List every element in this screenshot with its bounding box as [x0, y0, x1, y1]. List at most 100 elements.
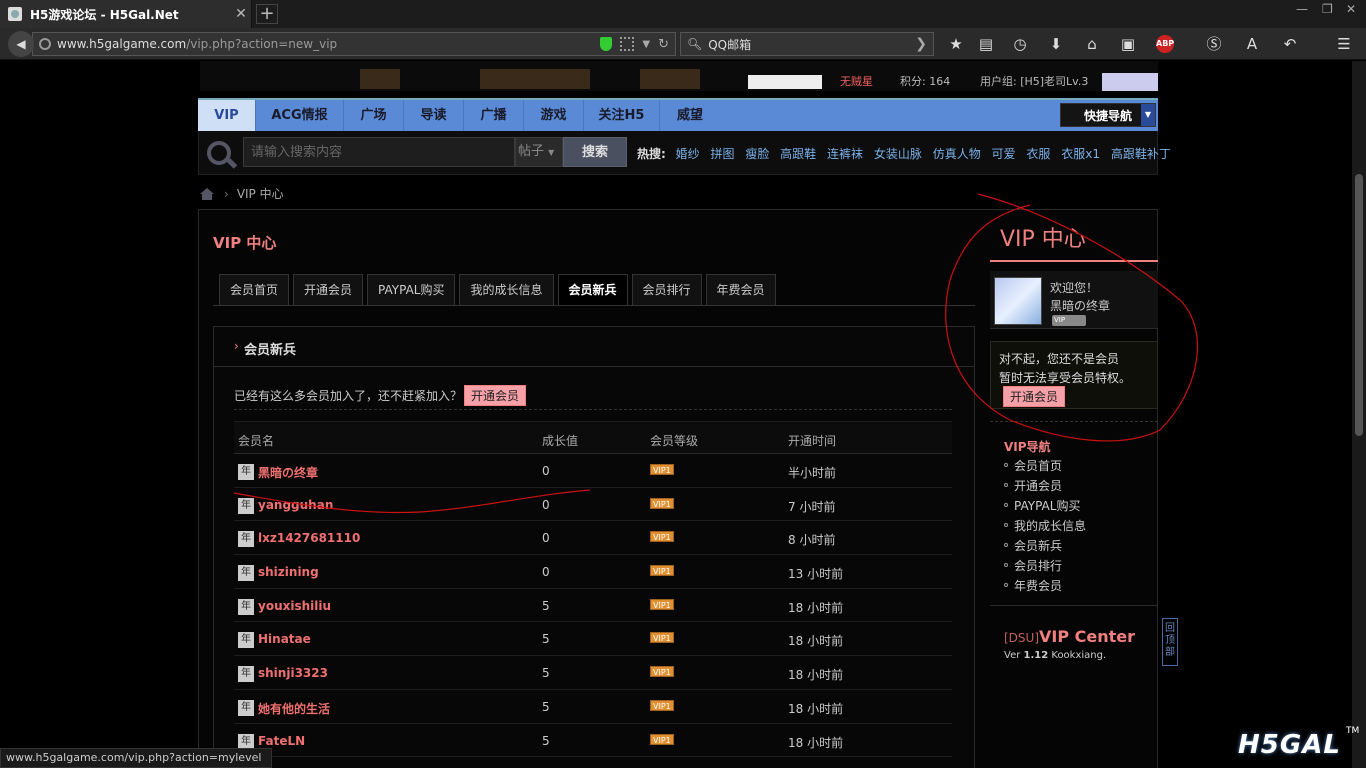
- site-search-input[interactable]: [243, 137, 515, 167]
- breadcrumb-current[interactable]: VIP 中心: [237, 185, 284, 202]
- hot-word[interactable]: 拼图: [710, 147, 734, 161]
- hot-word[interactable]: 衣服: [1026, 147, 1050, 161]
- tab-open[interactable]: 开通会员: [293, 274, 364, 306]
- url-bar[interactable]: www.h5galgame.com/vip.php?action=new_vip…: [32, 32, 676, 56]
- table-row: 年 shinji3323 5 VIP1 18 小时前: [234, 656, 952, 690]
- nav-item-vip[interactable]: VIP: [198, 100, 256, 131]
- hot-word[interactable]: 婚纱: [676, 147, 700, 161]
- back-to-top-button[interactable]: 回顶部: [1162, 618, 1178, 666]
- open-membership-button[interactable]: 开通会员: [464, 385, 527, 406]
- browser-search-box[interactable]: 🔍︎ QQ邮箱 ❯: [680, 32, 934, 56]
- nav-item-guide[interactable]: 导读: [404, 100, 464, 131]
- window-maximize-button[interactable]: ❐: [1322, 2, 1333, 16]
- vip-nav-item[interactable]: 会员新兵: [1004, 535, 1086, 555]
- site-info-icon[interactable]: [39, 38, 51, 50]
- reading-list-icon[interactable]: ▤: [976, 34, 996, 54]
- vip-nav-item[interactable]: 开通会员: [1004, 475, 1086, 495]
- member-name-link[interactable]: yangguhan: [258, 498, 333, 512]
- screenshot-icon[interactable]: ▣: [1118, 34, 1138, 54]
- member-name-link[interactable]: shizining: [258, 565, 319, 579]
- member-name-link[interactable]: 黑暗の终章: [258, 464, 318, 481]
- new-tab-button[interactable]: +: [256, 4, 278, 24]
- member-name-link[interactable]: shinji3323: [258, 666, 328, 680]
- tab-paypal[interactable]: PAYPAL购买: [367, 274, 456, 306]
- nav-item-square[interactable]: 广场: [344, 100, 404, 131]
- reload-icon[interactable]: ↻: [658, 37, 669, 52]
- member-name-link[interactable]: youxishiliu: [258, 599, 331, 613]
- quick-nav-button[interactable]: 快捷导航 ▼: [1060, 103, 1156, 127]
- home-icon[interactable]: [200, 187, 214, 200]
- vip-nav-item[interactable]: 会员首页: [1004, 455, 1086, 475]
- hot-label: 热搜:: [637, 147, 666, 161]
- nav-item-broadcast[interactable]: 广播: [464, 100, 524, 131]
- tab-home[interactable]: 会员首页: [219, 274, 290, 306]
- vip-nav-title: VIP导航: [1004, 440, 1051, 454]
- hot-word[interactable]: 可爱: [992, 147, 1016, 161]
- hot-word[interactable]: 仿真人物: [933, 147, 981, 161]
- tab-ranking[interactable]: 会员排行: [631, 274, 702, 306]
- hot-word[interactable]: 高跟鞋: [780, 147, 816, 161]
- member-name-link[interactable]: lxz1427681110: [258, 531, 360, 545]
- members-table: 会员名 成长值 会员等级 开通时间 年黑暗の终章 0 VIP1 半小时前年 yanggu…: [234, 421, 952, 758]
- tab-annual[interactable]: 年费会员: [705, 274, 776, 306]
- window-minimize-button[interactable]: —: [1296, 2, 1308, 16]
- hot-word[interactable]: 瘦脸: [745, 147, 769, 161]
- url-dropdown-icon[interactable]: ▼: [642, 39, 650, 50]
- vip-nav-item[interactable]: 会员排行: [1004, 555, 1086, 575]
- scroll-thumb[interactable]: [1355, 174, 1363, 436]
- home-icon[interactable]: ⌂: [1082, 34, 1102, 54]
- tab-new-members[interactable]: 会员新兵: [557, 274, 628, 306]
- qr-code-icon[interactable]: [620, 37, 635, 51]
- nav-item-games[interactable]: 游戏: [524, 100, 584, 131]
- member-name-link[interactable]: FateLN: [258, 734, 305, 748]
- annual-badge-icon: 年: [238, 565, 254, 582]
- member-name-link[interactable]: Hinatae: [258, 632, 311, 646]
- sidebar-username[interactable]: 黑暗の终章: [1050, 297, 1110, 314]
- vip-center-brand: [DSU]VIP Center: [1004, 627, 1136, 646]
- vip-level-badge: VIP1: [650, 699, 674, 711]
- vip-nav-item[interactable]: 年费会员: [1004, 575, 1086, 595]
- back-button[interactable]: ◀: [8, 31, 34, 57]
- header-avatar[interactable]: [1102, 73, 1158, 91]
- hot-word[interactable]: 女装山脉: [874, 147, 922, 161]
- table-header: 会员名 成长值 会员等级 开通时间: [234, 421, 952, 454]
- nav-item-acg[interactable]: ACG情报: [256, 100, 344, 131]
- annual-badge-icon: 年: [238, 464, 254, 480]
- search-type-select[interactable]: 帖子 ▼: [515, 137, 563, 167]
- page-title: VIP 中心: [213, 234, 277, 252]
- vip-nav-item[interactable]: PAYPAL购买: [1004, 495, 1086, 515]
- tab-close-icon[interactable]: ✕: [231, 6, 251, 22]
- sidebar-open-button[interactable]: 开通会员: [1003, 386, 1066, 407]
- download-icon[interactable]: ⬇: [1046, 34, 1066, 54]
- join-time: 7 小时前: [788, 499, 836, 514]
- magnifier-icon: [207, 141, 231, 165]
- welcome-text: 欢迎您！: [1050, 281, 1099, 295]
- undo-icon[interactable]: ↶: [1280, 34, 1300, 54]
- table-row: 年 shizining 0 VIP1 13 小时前: [234, 555, 952, 589]
- search-button[interactable]: 搜索: [563, 137, 627, 167]
- hot-word[interactable]: 连裤袜: [827, 147, 863, 161]
- font-icon[interactable]: A: [1242, 34, 1262, 54]
- bookmark-star-icon[interactable]: ★: [946, 34, 966, 54]
- window-close-button[interactable]: ✕: [1346, 2, 1356, 16]
- hot-word[interactable]: 高跟鞋补丁: [1111, 147, 1171, 161]
- main-nav: VIP ACG情报 广场 导读 广播 游戏 关注H5 威望 快捷导航 ▼: [198, 98, 1158, 131]
- vip-nav-item[interactable]: 我的成长信息: [1004, 515, 1086, 535]
- tab-growth[interactable]: 我的成长信息: [459, 274, 554, 306]
- new-members-panel: › 会员新兵 已经有这么多会员加入了，还不赶紧加入？ 开通会员 会员名 成长值 …: [213, 326, 975, 768]
- shield-icon[interactable]: [600, 37, 613, 51]
- browser-tab[interactable]: H5游戏论坛 - H5Gal.Net ✕: [0, 0, 252, 28]
- nav-item-prestige[interactable]: 威望: [660, 100, 720, 131]
- join-time: 18 小时前: [788, 634, 844, 649]
- page-scrollbar[interactable]: [1352, 61, 1366, 768]
- annual-badge-icon: 年: [238, 699, 254, 716]
- extension-s-icon[interactable]: Ⓢ: [1204, 34, 1224, 54]
- user-avatar[interactable]: [994, 277, 1042, 325]
- menu-icon[interactable]: ☰: [1334, 34, 1354, 54]
- nav-item-follow[interactable]: 关注H5: [584, 100, 660, 131]
- hot-word[interactable]: 衣服x1: [1061, 147, 1100, 161]
- history-icon[interactable]: ◷: [1010, 34, 1030, 54]
- adblock-icon[interactable]: ABP: [1156, 35, 1174, 53]
- search-go-icon[interactable]: ❯: [915, 36, 927, 52]
- member-name-link[interactable]: 她有他的生活: [258, 700, 330, 717]
